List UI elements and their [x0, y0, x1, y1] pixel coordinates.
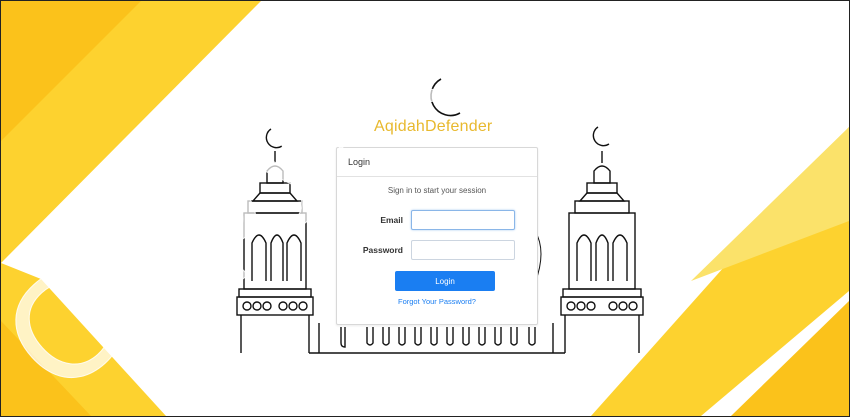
login-card-header: Login: [337, 148, 537, 177]
password-row: Password: [337, 240, 537, 262]
login-button[interactable]: Login: [395, 271, 495, 291]
email-field[interactable]: [411, 210, 515, 230]
brand-title: AqidahDefender: [374, 118, 493, 135]
login-subtitle: Sign in to start your session: [387, 186, 487, 195]
login-card: Login Sign in to start your session Emai…: [336, 147, 538, 325]
email-label: Email: [380, 215, 403, 225]
crescent-moon-icon: [430, 78, 461, 117]
right-minaret-icon: [560, 126, 644, 353]
left-minaret-icon: [236, 128, 314, 353]
password-field[interactable]: [411, 240, 515, 260]
login-page: AqidahDefender Login Sign in to start yo…: [0, 0, 850, 417]
email-row: Email: [337, 210, 537, 232]
password-label: Password: [362, 245, 403, 255]
forgot-password-link[interactable]: Forgot Your Password?: [337, 297, 537, 306]
